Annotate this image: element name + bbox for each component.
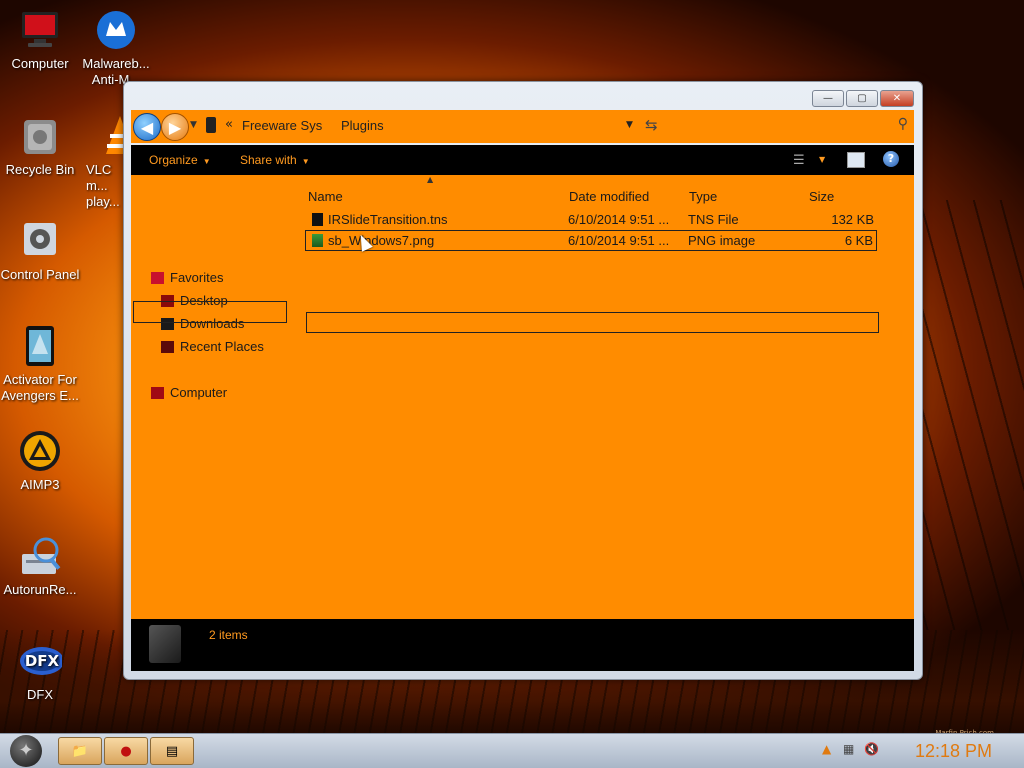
desktop-icon-dfx[interactable]: DFX DFX <box>0 639 80 703</box>
activator-icon <box>18 324 62 368</box>
recent-places-icon <box>161 340 174 353</box>
view-options-dropdown[interactable]: ▼ <box>819 155 825 164</box>
tns-file-icon <box>312 213 323 226</box>
share-with-button[interactable]: Share with ▼ <box>240 153 310 167</box>
back-button[interactable]: ◀ <box>133 113 161 141</box>
network-icon[interactable]: ▦ <box>843 742 854 756</box>
desktop-icon-autorun[interactable]: AutorunRe... <box>0 534 80 598</box>
control-panel-icon <box>18 219 62 263</box>
file-name: sb_Windows7.png <box>328 233 435 248</box>
app-icon: ● <box>120 743 132 759</box>
svg-text:DFX: DFX <box>25 652 60 670</box>
tray-expand-icon[interactable]: ▲ <box>822 742 831 756</box>
start-orb-icon: ✦ <box>18 740 34 761</box>
recent-pages-dropdown[interactable]: ▼ <box>190 120 197 130</box>
dfx-icon: DFX <box>18 639 62 683</box>
file-name: IRSlideTransition.tns <box>328 212 448 227</box>
desktop-icon-recycle-bin[interactable]: Recycle Bin <box>0 114 80 178</box>
taskbar-app-2[interactable]: ● <box>104 737 148 765</box>
autorun-icon <box>18 534 62 578</box>
nav-favorites[interactable]: Favorites <box>151 270 223 285</box>
folder-icon: 📁 <box>71 743 89 759</box>
file-type: TNS File <box>688 212 739 227</box>
column-header-name[interactable]: Name <box>308 189 343 204</box>
address-history-dropdown[interactable]: ▼ <box>626 120 633 130</box>
recycle-bin-icon <box>18 114 62 158</box>
explorer-window: — ▢ ✕ ◀ ▶ ▼ « Freeware Sys Plugins ▼ ⇆ ⚲… <box>123 81 923 680</box>
close-button[interactable]: ✕ <box>880 90 914 107</box>
desktop-wallpaper-grass-right <box>914 200 1024 630</box>
start-button[interactable]: ✦ <box>10 735 42 767</box>
chevron-down-icon: ▼ <box>301 157 310 166</box>
file-row[interactable]: IRSlideTransition.tns 6/10/2014 9:51 ...… <box>306 210 877 229</box>
file-size: 132 KB <box>831 212 874 227</box>
breadcrumb-freeware-sys[interactable]: Freeware Sys <box>242 118 322 133</box>
column-header-date[interactable]: Date modified <box>569 189 649 204</box>
chevron-down-icon: ▼ <box>202 157 211 166</box>
file-size: 6 KB <box>844 233 873 248</box>
monitor-icon: ▤ <box>165 743 179 759</box>
folder-preview-icon <box>149 625 181 663</box>
change-view-icon[interactable]: ☰ <box>793 153 805 168</box>
file-date: 6/10/2014 9:51 ... <box>568 233 670 248</box>
minimize-button[interactable]: — <box>812 90 844 107</box>
desktop-icon-computer[interactable]: Computer <box>0 8 80 72</box>
volume-muted-icon[interactable]: 🔇 <box>864 742 879 756</box>
file-row-sb-windows7[interactable]: sb_Windows7.png 6/10/2014 9:51 ... PNG i… <box>305 230 877 251</box>
window-controls: — ▢ ✕ <box>812 90 914 107</box>
maximize-button[interactable]: ▢ <box>846 90 878 107</box>
column-header-size[interactable]: Size <box>809 189 834 204</box>
status-item-count: 2 items <box>209 628 248 642</box>
search-icon[interactable]: ⚲ <box>898 116 908 132</box>
refresh-icon[interactable]: ⇆ <box>645 116 658 134</box>
organize-button[interactable]: Organize ▼ <box>149 153 211 167</box>
breadcrumb-plugins[interactable]: Plugins <box>341 118 384 133</box>
command-bar: Organize ▼ Share with ▼ ☰ ▼ ? <box>131 145 914 175</box>
folder-location-icon <box>206 117 216 133</box>
png-file-icon <box>312 234 323 247</box>
taskbar-app-3[interactable]: ▤ <box>150 737 194 765</box>
status-bar: 2 items <box>131 619 914 671</box>
aimp-icon <box>18 429 62 473</box>
computer-icon <box>18 8 62 52</box>
taskbar-explorer[interactable]: 📁 <box>58 737 102 765</box>
desktop-icon-activator[interactable]: Activator For Avengers E... <box>0 324 80 404</box>
nav-computer[interactable]: Computer <box>151 385 227 400</box>
nav-computer-selection <box>133 301 287 323</box>
file-date: 6/10/2014 9:51 ... <box>568 212 670 227</box>
computer-icon <box>151 386 164 399</box>
column-header-type[interactable]: Type <box>689 189 717 204</box>
taskbar: ✦ 📁 ● ▤ ▲ ▦ 🔇 12:18 PM <box>0 733 1024 768</box>
file-type: PNG image <box>688 233 756 248</box>
malwarebytes-icon <box>94 8 138 52</box>
preview-pane-icon[interactable] <box>847 152 865 168</box>
desktop-icon-aimp[interactable]: AIMP3 <box>0 429 80 493</box>
star-icon <box>151 271 164 284</box>
address-bar: ◀ ▶ ▼ « Freeware Sys Plugins ▼ ⇆ ⚲ <box>131 110 914 143</box>
sort-ascending-icon: ▲ <box>427 175 434 184</box>
help-icon[interactable]: ? <box>883 151 899 167</box>
nav-recent-places[interactable]: Recent Places <box>161 339 264 354</box>
navigation-pane: Favorites Desktop Downloads Recent Place… <box>131 175 296 619</box>
arrow-left-icon: ◀ <box>140 117 154 137</box>
taskbar-clock[interactable]: 12:18 PM <box>915 741 992 762</box>
breadcrumb-overflow[interactable]: « <box>225 117 233 132</box>
desktop-icon-malwarebytes[interactable]: Malwareb... Anti-M... <box>76 8 156 88</box>
arrow-right-icon: ▶ <box>168 117 182 137</box>
desktop-icon-control-panel[interactable]: Control Panel <box>0 219 80 283</box>
file-row-selected[interactable] <box>306 312 879 333</box>
forward-button[interactable]: ▶ <box>161 113 189 141</box>
